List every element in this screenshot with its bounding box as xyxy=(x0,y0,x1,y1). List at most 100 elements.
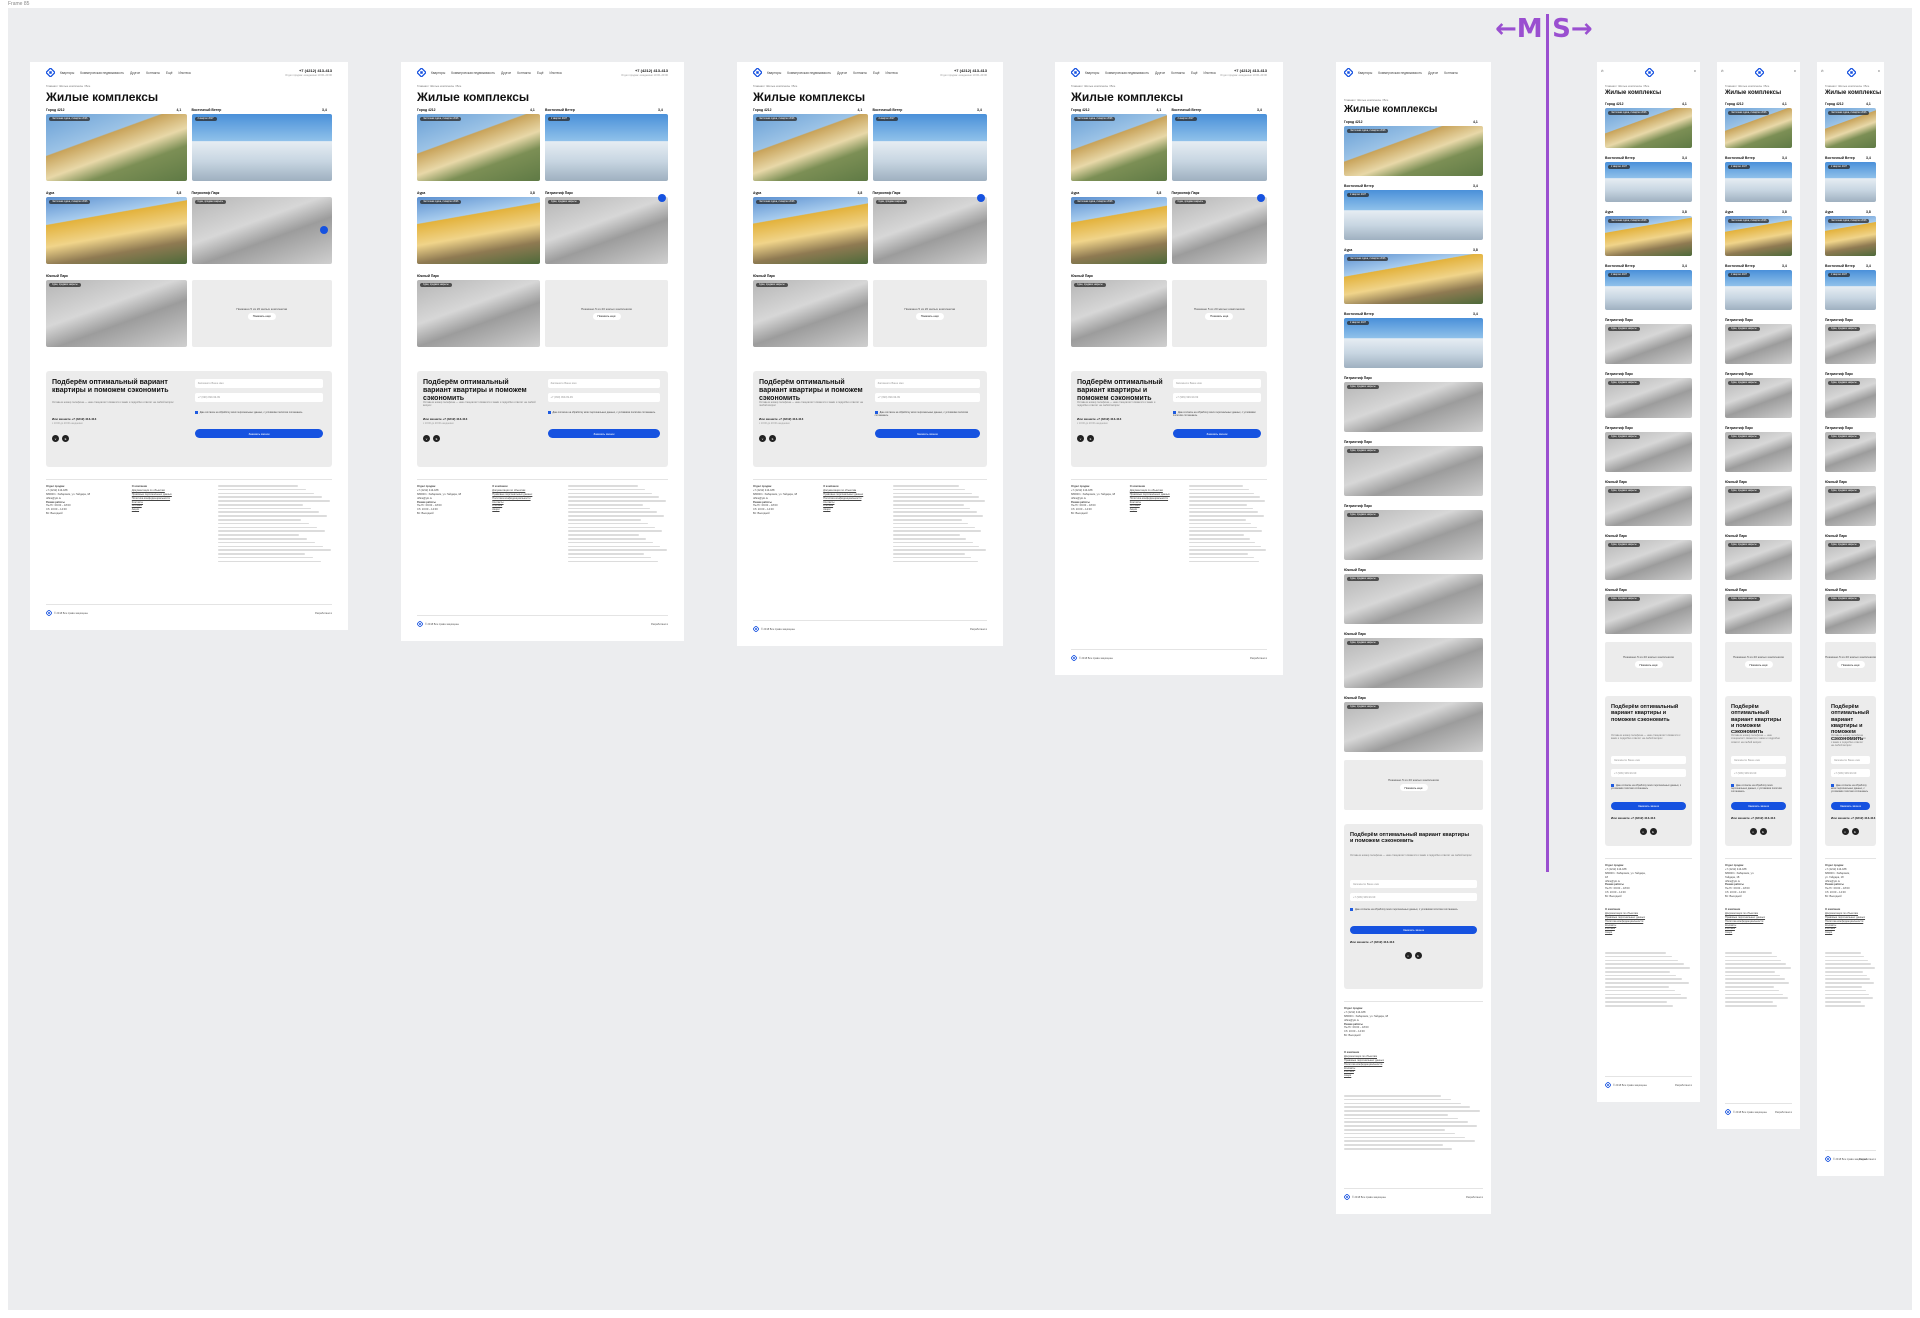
nav-item[interactable]: Квартиры xyxy=(1085,71,1099,75)
consent-checkbox[interactable]: Даю согласие на обработку моих персональ… xyxy=(547,411,661,414)
complex-name[interactable]: Город 4212 xyxy=(1605,102,1624,106)
complex-name[interactable]: Аура xyxy=(46,191,54,195)
complex-name[interactable]: Патриотиф Парк xyxy=(1825,426,1853,430)
logo-icon[interactable] xyxy=(1644,68,1654,77)
complex-photo[interactable]: Сдан, продажи закрыты xyxy=(872,197,987,264)
logo-icon[interactable] xyxy=(417,68,426,77)
vk-icon[interactable]: v xyxy=(759,435,766,442)
vk-icon[interactable]: v xyxy=(423,435,430,442)
footer-link[interactable]: Акции xyxy=(132,508,212,512)
complex-name[interactable]: Город 4212 xyxy=(1344,120,1363,124)
name-field[interactable]: Запомните Ваше имя xyxy=(1731,756,1786,764)
complex-photo[interactable]: Сдан, продажи закрыты xyxy=(1605,324,1692,364)
breadcrumb[interactable]: Главная / Жилые комплексы / Все xyxy=(1605,84,1649,88)
show-more-button[interactable]: Показать ещё xyxy=(1399,784,1428,791)
show-more-button[interactable]: Показать ещё xyxy=(592,312,621,320)
phone-icon[interactable]: ✆ xyxy=(1601,69,1604,73)
breadcrumb[interactable]: Главная / Жилые комплексы / Все xyxy=(1725,84,1769,88)
vk-icon[interactable]: v xyxy=(1841,828,1849,835)
complex-photo[interactable]: 2 квартал 2027 xyxy=(1344,318,1483,368)
complex-photo[interactable]: Частичная сдача, 2 квартал 2026 xyxy=(1825,108,1876,148)
complex-name[interactable]: Патриотиф Парк xyxy=(1605,372,1633,376)
developer-credit[interactable]: Разработано в xyxy=(651,623,668,626)
footer-link[interactable]: Акции xyxy=(1825,931,1866,935)
complex-name[interactable]: Южный Парк xyxy=(1344,632,1366,636)
complex-photo[interactable]: Частичная сдача, 2 квартал 2026 xyxy=(1071,114,1167,181)
complex-name[interactable]: Патриотиф Парк xyxy=(1825,372,1853,376)
header-phone[interactable]: +7 (4212) 413-413 xyxy=(1234,68,1267,73)
complex-name[interactable]: Южный Парк xyxy=(1825,588,1847,592)
complex-photo[interactable]: Сдан, продажи закрыты xyxy=(753,280,868,347)
name-field[interactable]: Запомните Ваше имя xyxy=(194,379,324,388)
name-field[interactable]: Запомните Ваше имя xyxy=(1611,756,1686,764)
complex-photo[interactable]: Сдан, продажи закрыты xyxy=(1344,510,1483,560)
complex-name[interactable]: Патриотиф Парк xyxy=(873,191,901,195)
complex-photo[interactable]: Сдан, продажи закрыты xyxy=(545,197,668,264)
footer-link[interactable]: Акции xyxy=(492,508,562,512)
complex-photo[interactable]: Сдан, продажи закрыты xyxy=(1344,382,1483,432)
name-field[interactable]: Запомните Ваше имя xyxy=(874,379,980,388)
footer-link[interactable]: Акции xyxy=(1130,508,1185,512)
logo-icon[interactable] xyxy=(1071,68,1080,77)
complex-photo[interactable]: Сдан, продажи закрыты xyxy=(1171,197,1267,264)
developer-credit[interactable]: Разработано в xyxy=(315,612,332,615)
consent-checkbox[interactable]: Даю согласие на обработку моих персональ… xyxy=(1611,784,1686,790)
menu-icon[interactable]: ≡ xyxy=(1878,69,1880,73)
chat-button[interactable] xyxy=(1257,194,1265,202)
developer-credit[interactable]: Разработано в xyxy=(1675,1084,1692,1087)
complex-photo[interactable]: Сдан, продажи закрыты xyxy=(1071,280,1167,347)
complex-name[interactable]: Город 4212 xyxy=(753,108,772,112)
nav-item[interactable]: Ипотека xyxy=(550,71,562,75)
telegram-icon[interactable]: ➤ xyxy=(1414,952,1422,959)
header-phone[interactable]: +7 (4212) 413-413 xyxy=(299,68,332,73)
submit-button[interactable]: Заказать звонок xyxy=(1731,802,1786,810)
complex-photo[interactable]: Частичная сдача, 2 квартал 2026 xyxy=(753,114,868,181)
footer-link[interactable]: Акции xyxy=(1344,1074,1455,1078)
name-field[interactable]: Запомните Ваше имя xyxy=(1350,880,1477,888)
complex-name[interactable]: Аура xyxy=(1725,210,1733,214)
vk-icon[interactable]: v xyxy=(1077,435,1084,442)
complex-name[interactable]: Восточный Ветер xyxy=(1825,156,1855,160)
nav-item[interactable]: Коммерческая недвижимость xyxy=(451,71,495,75)
nav-item[interactable]: Ещё xyxy=(537,71,544,75)
complex-name[interactable]: Патриотиф Парк xyxy=(1605,426,1633,430)
nav-item[interactable]: Ипотека xyxy=(179,71,191,75)
complex-photo[interactable]: Частичная сдача, 2 квартал 2026 xyxy=(1344,126,1483,176)
complex-name[interactable]: Патриотиф Парк xyxy=(1725,426,1753,430)
complex-name[interactable]: Патриотиф Парк xyxy=(545,191,573,195)
form-call-label[interactable]: Или звоните +7 (4212) 413-413 xyxy=(1077,417,1121,421)
complex-name[interactable]: Патриотиф Парк xyxy=(1344,376,1372,380)
complex-name[interactable]: Аура xyxy=(1825,210,1833,214)
complex-name[interactable]: Аура xyxy=(1605,210,1613,214)
complex-name[interactable]: Восточный Ветер xyxy=(1825,264,1855,268)
consent-checkbox[interactable]: Даю согласие на обработку моих персональ… xyxy=(1831,784,1870,794)
vk-icon[interactable]: v xyxy=(1404,952,1412,959)
complex-name[interactable]: Восточный Ветер xyxy=(1605,264,1635,268)
complex-name[interactable]: Южный Парк xyxy=(753,274,775,278)
complex-name[interactable]: Патриотиф Парк xyxy=(1605,318,1633,322)
nav-item[interactable]: Коммерческая недвижимость xyxy=(80,71,124,75)
complex-photo[interactable]: Сдан, продажи закрыты xyxy=(191,197,332,264)
complex-name[interactable]: Патриотиф Парк xyxy=(1172,191,1200,195)
vk-icon[interactable]: v xyxy=(1639,828,1647,835)
complex-photo[interactable]: Частичная сдача, 2 квартал 2026 xyxy=(753,197,868,264)
form-call-label[interactable]: Или звоните +7 (4212) 413-413 xyxy=(1350,940,1394,944)
complex-name[interactable]: Патриотиф Парк xyxy=(1825,318,1853,322)
phone-field[interactable]: +7 (999) 999-99-99 xyxy=(1611,769,1686,777)
nav-item[interactable]: Другое xyxy=(130,71,140,75)
complex-name[interactable]: Южный Парк xyxy=(1725,480,1747,484)
complex-photo[interactable]: Частичная сдача, 2 квартал 2026 xyxy=(1825,216,1876,256)
complex-name[interactable]: Город 4212 xyxy=(1825,102,1844,106)
complex-name[interactable]: Восточный Ветер xyxy=(545,108,575,112)
complex-photo[interactable]: 2 квартал 2027 xyxy=(1605,162,1692,202)
nav-item[interactable]: Коммерческая недвижимость xyxy=(1378,71,1422,75)
developer-credit[interactable]: Разработано в xyxy=(1250,657,1267,660)
footer-link[interactable]: Акции xyxy=(1605,931,1675,935)
telegram-icon[interactable]: ➤ xyxy=(433,435,440,442)
complex-photo[interactable]: Сдан, продажи закрыты xyxy=(1725,540,1792,580)
complex-name[interactable]: Патриотиф Парк xyxy=(192,191,220,195)
complex-name[interactable]: Восточный Ветер xyxy=(1344,312,1374,316)
complex-photo[interactable]: Частичная сдача, 2 квартал 2026 xyxy=(1605,108,1692,148)
logo-icon[interactable] xyxy=(1344,68,1353,77)
nav-item[interactable]: Квартиры xyxy=(60,71,74,75)
